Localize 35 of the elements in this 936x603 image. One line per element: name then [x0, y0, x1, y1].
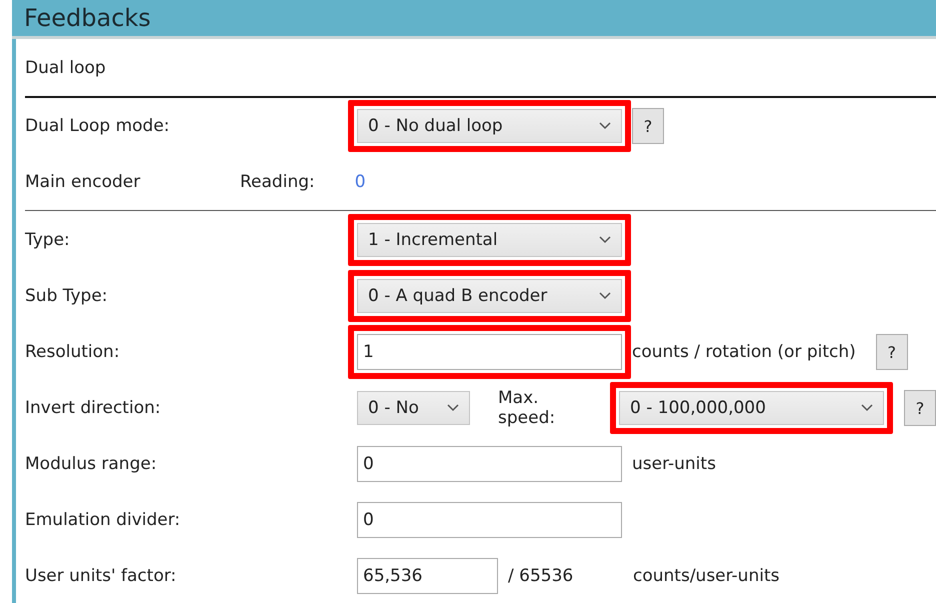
caret-icon [599, 236, 611, 244]
group-title: Main encoder [25, 172, 142, 192]
dropdown[interactable]: 1 - Incremental [357, 223, 622, 257]
field-label: Sub Type: [25, 286, 109, 306]
field-label: User units' factor: [25, 566, 178, 586]
caret-icon [599, 292, 611, 300]
caret-icon [861, 404, 874, 412]
help-button[interactable]: ? [876, 334, 908, 370]
field-label: Resolution: [25, 342, 121, 362]
unit-label: user-units [632, 454, 716, 474]
divisor-label: / 65536 [508, 566, 574, 586]
field-label: Dual Loop mode: [25, 116, 171, 136]
section-title: Dual loop [25, 58, 107, 78]
input-field[interactable]: 65,536 [357, 558, 498, 594]
window-title: Feedbacks [24, 4, 151, 32]
field-label: Max. speed: [498, 388, 556, 428]
field-label: Reading: [240, 172, 315, 192]
caret-icon [599, 122, 611, 130]
field-label: Invert direction: [25, 398, 162, 418]
unit-label: counts/user-units [633, 566, 780, 586]
reading-value: 0 [354, 172, 366, 192]
help-button[interactable]: ? [904, 390, 936, 426]
input-field[interactable]: 0 [357, 502, 622, 538]
help-button[interactable]: ? [632, 108, 664, 144]
field-label: Modulus range: [25, 454, 158, 474]
dropdown[interactable]: 0 - No [357, 391, 470, 425]
field-label: Type: [25, 230, 71, 250]
dropdown[interactable]: 0 - No dual loop [357, 109, 622, 143]
dropdown[interactable]: 0 - 100,000,000 [619, 391, 884, 425]
input-field[interactable]: 1 [357, 334, 622, 370]
caret-icon [447, 404, 459, 412]
input-field[interactable]: 0 [357, 446, 622, 482]
field-label: Emulation divider: [25, 510, 182, 530]
dropdown[interactable]: 0 - A quad B encoder [357, 279, 622, 313]
unit-label: counts / rotation (or pitch) [632, 342, 856, 362]
